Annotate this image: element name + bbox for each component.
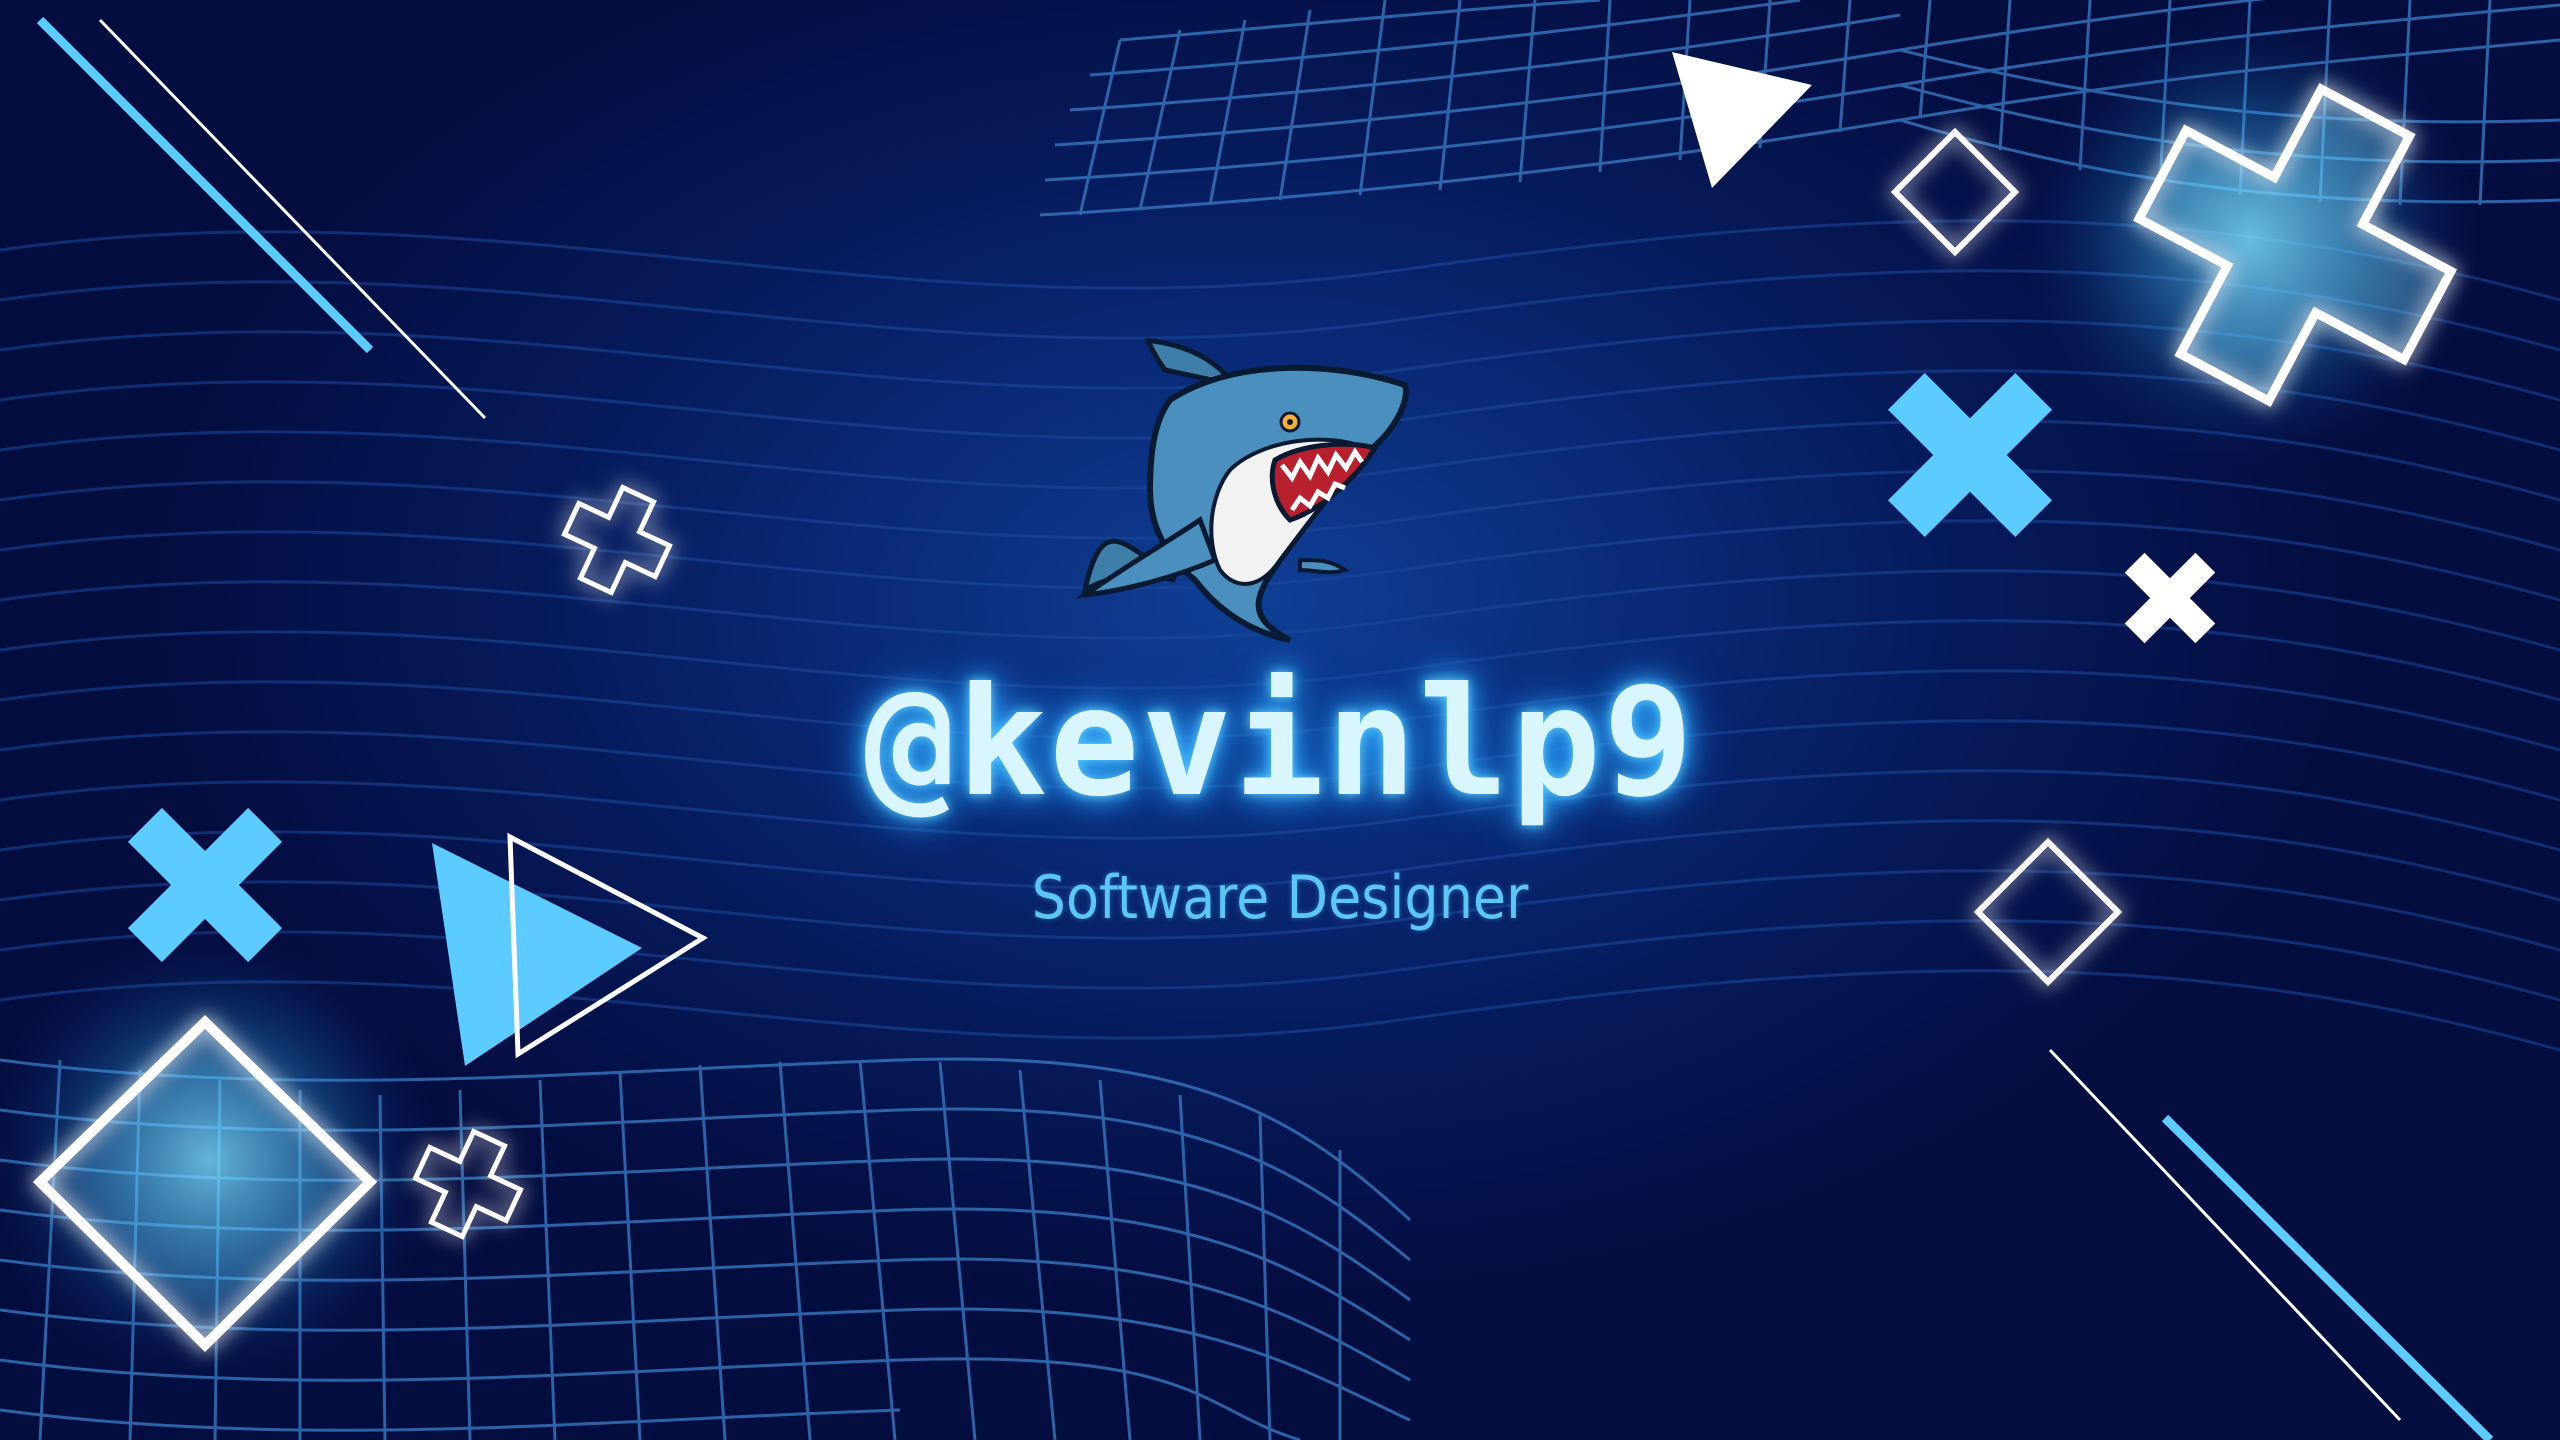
channel-role: Software Designer (1031, 863, 1529, 933)
channel-banner: @kevinlp9 Software Designer (0, 0, 2560, 1440)
channel-handle: @kevinlp9 (864, 656, 1696, 830)
